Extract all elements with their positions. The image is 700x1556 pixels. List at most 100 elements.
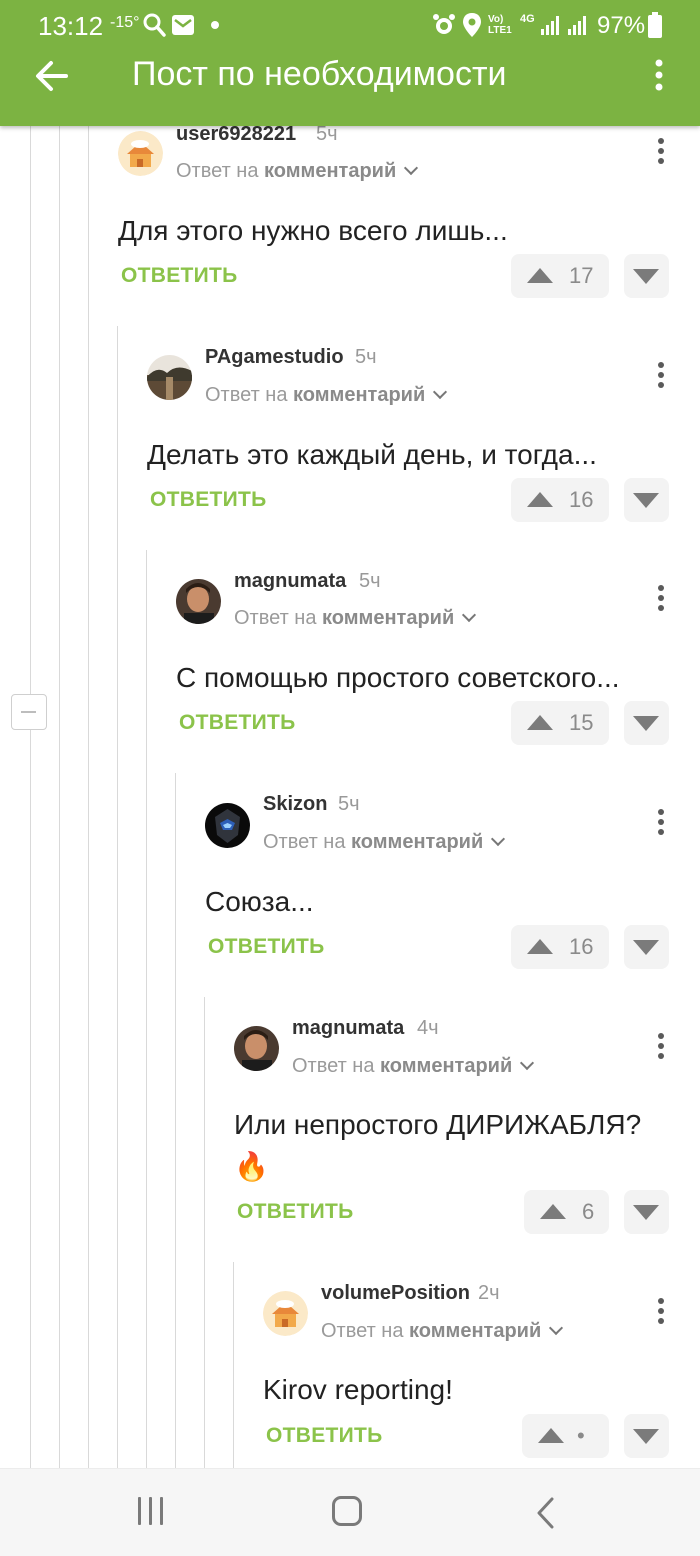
reply-to-target: комментарий xyxy=(293,384,426,406)
comment-time: 2ч xyxy=(478,1282,500,1304)
avatar[interactable] xyxy=(234,1026,279,1071)
reply-to-target: комментарий xyxy=(380,1055,513,1077)
collapse-thread-button[interactable] xyxy=(11,694,47,730)
rating-count: • xyxy=(577,1423,585,1448)
rating-count: 16 xyxy=(569,487,594,512)
reply-to-link[interactable]: Ответ на комментарий xyxy=(292,1055,535,1078)
avatar[interactable] xyxy=(118,131,163,176)
chevron-down-icon xyxy=(549,1320,564,1336)
downvote-button[interactable] xyxy=(624,701,669,745)
comment-username[interactable]: volumePosition xyxy=(321,1282,470,1305)
comment-menu-icon[interactable] xyxy=(652,134,670,168)
reply-to-prefix: Ответ на xyxy=(292,1055,375,1077)
downvote-button[interactable] xyxy=(624,1414,669,1458)
comment-text: С помощью простого советского... xyxy=(176,662,620,693)
more-options-icon[interactable] xyxy=(644,56,674,96)
comment-text: Делать это каждый день, и тогда... xyxy=(147,439,597,470)
battery-percent: 97% xyxy=(597,12,646,39)
upvote-button[interactable]: 16 xyxy=(511,478,609,522)
downvote-button[interactable] xyxy=(624,478,669,522)
avatar[interactable] xyxy=(147,355,192,400)
volte-indicator: Vo) LTE1 xyxy=(488,14,512,36)
app-header: 13:12 -15° Vo) LTE1 4G 97% Пост по необх… xyxy=(0,0,700,126)
comment-time: 4ч xyxy=(417,1017,439,1039)
triangle-up-icon xyxy=(527,715,553,730)
chevron-down-icon xyxy=(433,384,448,400)
avatar[interactable] xyxy=(263,1291,308,1336)
comment-menu-icon[interactable] xyxy=(652,581,670,615)
home-icon[interactable] xyxy=(332,1496,362,1526)
system-navigation-bar xyxy=(0,1468,700,1556)
comment-text: Союза... xyxy=(205,886,314,917)
triangle-down-icon xyxy=(633,1429,659,1444)
alarm-icon xyxy=(433,14,455,34)
triangle-up-icon xyxy=(538,1428,564,1443)
reply-button[interactable]: ОТВЕТИТЬ xyxy=(237,1200,354,1224)
thread-line xyxy=(175,773,176,1468)
fire-emoji: 🔥 xyxy=(234,1151,269,1182)
reply-button[interactable]: ОТВЕТИТЬ xyxy=(121,264,238,288)
thread-line xyxy=(233,1262,234,1468)
thread-line xyxy=(146,550,147,1468)
mail-icon xyxy=(172,15,194,35)
triangle-down-icon xyxy=(633,716,659,731)
status-temperature: -15° xyxy=(110,14,140,31)
rating-count: 15 xyxy=(569,710,594,735)
chevron-down-icon xyxy=(404,160,419,176)
back-arrow-icon[interactable] xyxy=(30,56,74,96)
reply-to-link[interactable]: Ответ на комментарий xyxy=(176,160,419,183)
upvote-button[interactable]: 16 xyxy=(511,925,609,969)
upvote-button[interactable]: 17 xyxy=(511,254,609,298)
notification-dot-icon xyxy=(211,21,219,29)
reply-to-link[interactable]: Ответ на комментарий xyxy=(321,1320,564,1343)
upvote-button[interactable]: • xyxy=(522,1414,609,1458)
rating-count: 16 xyxy=(569,934,594,959)
back-nav-icon[interactable] xyxy=(535,1497,557,1529)
comment-menu-icon[interactable] xyxy=(652,358,670,392)
reply-to-target: комментарий xyxy=(409,1320,542,1342)
comment-menu-icon[interactable] xyxy=(652,805,670,839)
reply-to-link[interactable]: Ответ на комментарий xyxy=(205,384,448,407)
comment-text: Для этого нужно всего лишь... xyxy=(118,215,508,246)
chevron-down-icon xyxy=(520,1055,535,1071)
downvote-button[interactable] xyxy=(624,925,669,969)
reply-to-target: комментарий xyxy=(264,160,397,182)
reply-to-prefix: Ответ на xyxy=(176,160,259,182)
reply-button[interactable]: ОТВЕТИТЬ xyxy=(208,935,325,959)
comment-username[interactable]: magnumata xyxy=(292,1017,404,1040)
reply-button[interactable]: ОТВЕТИТЬ xyxy=(150,488,267,512)
upvote-button[interactable]: 15 xyxy=(511,701,609,745)
thread-line xyxy=(88,126,89,1468)
comment-menu-icon[interactable] xyxy=(652,1294,670,1328)
reply-button[interactable]: ОТВЕТИТЬ xyxy=(179,711,296,735)
downvote-button[interactable] xyxy=(624,254,669,298)
triangle-down-icon xyxy=(633,493,659,508)
downvote-button[interactable] xyxy=(624,1190,669,1234)
comment-text: Kirov reporting! xyxy=(263,1374,453,1405)
reply-to-link[interactable]: Ответ на комментарий xyxy=(263,831,506,854)
reply-button[interactable]: ОТВЕТИТЬ xyxy=(266,1424,383,1448)
signal-icon xyxy=(541,16,559,35)
comment-menu-icon[interactable] xyxy=(652,1029,670,1063)
recents-icon[interactable] xyxy=(136,1497,168,1527)
comment-time: 5ч xyxy=(316,123,338,145)
reply-to-prefix: Ответ на xyxy=(234,607,317,629)
comment-username[interactable]: magnumata xyxy=(234,570,346,593)
search-icon xyxy=(143,13,166,37)
triangle-up-icon xyxy=(527,492,553,507)
triangle-up-icon xyxy=(527,268,553,283)
status-time: 13:12 xyxy=(38,11,104,41)
avatar[interactable] xyxy=(176,579,221,624)
avatar[interactable] xyxy=(205,803,250,848)
reply-to-link[interactable]: Ответ на комментарий xyxy=(234,607,477,630)
comment-username[interactable]: PAgamestudio xyxy=(205,346,344,369)
triangle-up-icon xyxy=(527,939,553,954)
comment-username[interactable]: user6928221 xyxy=(176,123,296,146)
status-bar: 13:12 -15° Vo) LTE1 4G 97% xyxy=(0,0,700,52)
upvote-button[interactable]: 6 xyxy=(524,1190,609,1234)
comment-username[interactable]: Skizon xyxy=(263,793,327,816)
triangle-up-icon xyxy=(540,1204,566,1219)
thread-line xyxy=(59,126,60,1468)
signal-icon-2 xyxy=(568,16,586,35)
thread-line xyxy=(117,326,118,1468)
